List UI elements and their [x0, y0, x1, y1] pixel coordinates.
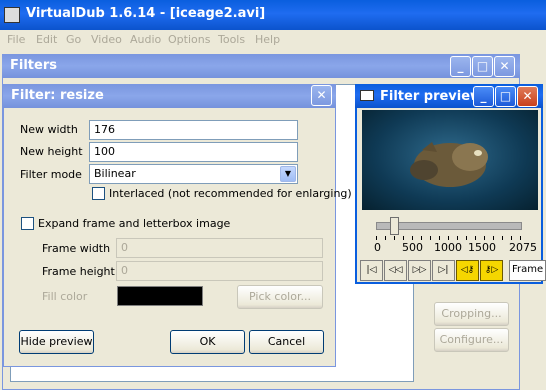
- menu-file[interactable]: File: [7, 33, 25, 46]
- resize-close-button[interactable]: ✕: [311, 85, 332, 106]
- new-width-label: New width: [20, 123, 78, 136]
- app-title: VirtualDub 1.6.14 - [iceage2.avi]: [26, 6, 266, 21]
- interlaced-checkbox[interactable]: [92, 187, 105, 200]
- step-back-icon[interactable]: ◁◁: [384, 260, 407, 281]
- expand-checkbox[interactable]: [21, 217, 34, 230]
- filter-mode-select[interactable]: Bilinear ▼: [89, 164, 298, 184]
- cancel-button[interactable]: Cancel: [249, 330, 324, 354]
- fill-color-swatch: [117, 286, 203, 306]
- preview-window-icon: [360, 90, 374, 101]
- filters-maximize-button[interactable]: □: [472, 56, 493, 77]
- filter-mode-value: Bilinear: [94, 167, 136, 180]
- tick-label-0: 0: [374, 241, 381, 254]
- filters-close-button[interactable]: ✕: [494, 56, 515, 77]
- chevron-down-icon[interactable]: ▼: [280, 166, 296, 182]
- menu-help[interactable]: Help: [255, 33, 280, 46]
- filter-mode-label: Filter mode: [20, 168, 82, 181]
- expand-label: Expand frame and letterbox image: [38, 217, 231, 230]
- cropping-button[interactable]: Cropping...: [434, 302, 509, 326]
- menu-tools[interactable]: Tools: [218, 33, 245, 46]
- tick-label-500: 500: [402, 241, 423, 254]
- next-keyframe-icon[interactable]: ⚷▷: [480, 260, 503, 281]
- go-start-icon[interactable]: |◁: [360, 260, 383, 281]
- preview-close-button[interactable]: ✕: [517, 86, 538, 107]
- interlaced-label: Interlaced (not recommended for enlargin…: [109, 187, 352, 200]
- configure-button[interactable]: Configure...: [434, 328, 509, 352]
- hide-preview-button[interactable]: Hide preview: [19, 330, 94, 354]
- preview-titlebar: Filter preview _ □ ✕: [355, 84, 543, 108]
- preview-title: Filter preview: [380, 89, 483, 104]
- tick-label-2075: 2075: [509, 241, 537, 254]
- menu-go[interactable]: Go: [66, 33, 81, 46]
- go-end-icon[interactable]: ▷|: [432, 260, 455, 281]
- main-titlebar: VirtualDub 1.6.14 - [iceage2.avi]: [0, 0, 546, 30]
- menu-options[interactable]: Options: [168, 33, 210, 46]
- frame-label: Frame: [509, 260, 546, 281]
- frame-height-label: Frame height: [42, 265, 115, 278]
- filters-titlebar: Filters _ □ ✕: [2, 54, 520, 78]
- menu-video[interactable]: Video: [91, 33, 122, 46]
- pick-color-button[interactable]: Pick color...: [237, 285, 323, 309]
- new-height-label: New height: [20, 145, 83, 158]
- menu-audio[interactable]: Audio: [130, 33, 161, 46]
- preview-image: [410, 142, 488, 187]
- filters-title: Filters: [10, 58, 57, 73]
- fill-color-label: Fill color: [42, 290, 88, 303]
- step-forward-icon[interactable]: ▷▷: [408, 260, 431, 281]
- app-icon: [4, 7, 20, 23]
- frame-width-field[interactable]: 0: [116, 238, 323, 258]
- preview-frame: [362, 110, 538, 210]
- resize-titlebar: Filter: resize ✕: [3, 84, 336, 108]
- tick-label-1000: 1000: [434, 241, 462, 254]
- preview-maximize-button[interactable]: □: [495, 86, 516, 107]
- ok-button[interactable]: OK: [170, 330, 245, 354]
- frame-width-label: Frame width: [42, 242, 111, 255]
- preview-slider-thumb[interactable]: [389, 217, 399, 235]
- tick-marks: [376, 236, 522, 240]
- menu-edit[interactable]: Edit: [36, 33, 57, 46]
- preview-minimize-button[interactable]: _: [473, 86, 494, 107]
- tick-label-1500: 1500: [468, 241, 496, 254]
- new-width-field[interactable]: 176: [89, 120, 298, 140]
- filters-minimize-button[interactable]: _: [450, 56, 471, 77]
- new-height-field[interactable]: 100: [89, 142, 298, 162]
- resize-title: Filter: resize: [11, 88, 104, 103]
- frame-height-field[interactable]: 0: [116, 261, 323, 281]
- prev-keyframe-icon[interactable]: ◁⚷: [456, 260, 479, 281]
